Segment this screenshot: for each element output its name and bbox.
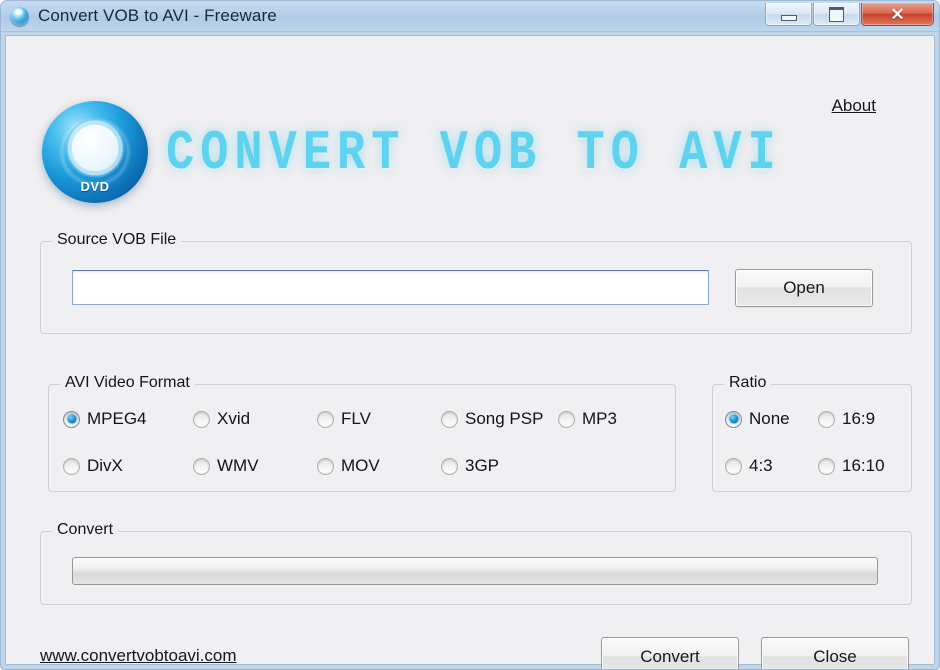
branding-header: DVD CONVERT VOB TO AVI About (6, 36, 934, 203)
window-title: Convert VOB to AVI - Freeware (38, 6, 277, 25)
radio-flv[interactable]: FLV (317, 409, 441, 429)
convert-button[interactable]: Convert (601, 637, 739, 669)
radio-song-psp-label: Song PSP (465, 409, 544, 428)
website-link[interactable]: www.convertvobtoavi.com (40, 646, 237, 666)
convert-progress-group: Convert (40, 521, 912, 605)
radio-song-psp[interactable]: Song PSP (441, 409, 558, 429)
radio-ratio-none[interactable]: None (725, 409, 818, 429)
radio-ratio-4-3[interactable]: 4:3 (725, 456, 818, 476)
radio-dot-icon (193, 410, 210, 428)
convert-button-label: Convert (640, 647, 700, 666)
radio-dot-icon (317, 457, 334, 475)
radio-ratio-16-10[interactable]: 16:10 (818, 456, 885, 476)
radio-dot-icon (818, 410, 835, 428)
application-window: Convert VOB to AVI - Freeware ✕ DVD CONV… (0, 0, 940, 670)
radio-ratio-16-10-label: 16:10 (842, 456, 885, 475)
conversion-progress-bar (72, 557, 878, 585)
app-icon (10, 6, 29, 26)
ratio-group-title: Ratio (724, 374, 772, 392)
radio-dot-icon (725, 410, 742, 428)
open-button[interactable]: Open (735, 269, 873, 307)
open-button-label: Open (783, 278, 825, 297)
radio-wmv[interactable]: WMV (193, 456, 317, 476)
radio-3gp-label: 3GP (465, 456, 500, 475)
app-wordmark: CONVERT VOB TO AVI (166, 123, 782, 186)
ratio-row-1: None 16:9 (725, 409, 875, 429)
radio-xvid[interactable]: Xvid (193, 409, 317, 429)
title-bar: Convert VOB to AVI - Freeware ✕ (1, 1, 939, 32)
radio-mpeg4[interactable]: MPEG4 (63, 409, 193, 429)
close-icon: ✕ (890, 4, 905, 24)
radio-flv-label: FLV (341, 409, 371, 428)
radio-dot-icon (725, 457, 742, 475)
window-controls: ✕ (764, 3, 934, 26)
source-file-group: Source VOB File Open (40, 231, 912, 334)
radio-mp3[interactable]: MP3 (558, 409, 617, 429)
avi-video-format-group: AVI Video Format MPEG4 Xvid FLV Song PSP… (48, 374, 676, 492)
maximize-button[interactable] (813, 3, 860, 26)
radio-xvid-label: Xvid (217, 409, 251, 428)
avi-video-format-group-title: AVI Video Format (60, 374, 195, 392)
radio-ratio-none-label: None (749, 409, 790, 428)
radio-dot-icon (63, 410, 80, 428)
radio-ratio-16-9[interactable]: 16:9 (818, 409, 875, 429)
minimize-icon (780, 14, 797, 21)
close-button[interactable]: Close (761, 637, 909, 669)
client-area: DVD CONVERT VOB TO AVI About Source VOB … (5, 35, 935, 669)
radio-mp3-label: MP3 (582, 409, 617, 428)
radio-mov[interactable]: MOV (317, 456, 441, 476)
close-button-label: Close (813, 647, 857, 666)
format-row-1: MPEG4 Xvid FLV Song PSP MP3 (63, 409, 617, 429)
radio-dot-icon (558, 410, 575, 428)
radio-dot-icon (317, 410, 334, 428)
close-window-button[interactable]: ✕ (861, 3, 934, 26)
source-file-group-title: Source VOB File (52, 231, 182, 249)
radio-dot-icon (193, 457, 210, 475)
format-row-2: DivX WMV MOV 3GP (63, 456, 499, 476)
minimize-button[interactable] (765, 3, 812, 26)
source-file-input[interactable] (72, 270, 709, 305)
dvd-disc-label: DVD (80, 179, 110, 194)
maximize-icon (829, 6, 844, 22)
radio-mpeg4-label: MPEG4 (87, 409, 147, 428)
radio-divx-label: DivX (87, 456, 123, 475)
radio-dot-icon (818, 457, 835, 475)
radio-dot-icon (63, 457, 80, 475)
radio-mov-label: MOV (341, 456, 380, 475)
radio-3gp[interactable]: 3GP (441, 456, 499, 476)
about-link[interactable]: About (832, 96, 876, 116)
radio-ratio-4-3-label: 4:3 (749, 456, 773, 475)
radio-dot-icon (441, 410, 458, 428)
radio-wmv-label: WMV (217, 456, 259, 475)
radio-dot-icon (441, 457, 458, 475)
radio-ratio-16-9-label: 16:9 (842, 409, 876, 428)
ratio-group: Ratio None 16:9 4:3 16:10 (712, 374, 912, 492)
radio-divx[interactable]: DivX (63, 456, 193, 476)
dvd-disc-icon: DVD (42, 101, 148, 203)
convert-group-title: Convert (52, 521, 119, 539)
ratio-row-2: 4:3 16:10 (725, 456, 885, 476)
